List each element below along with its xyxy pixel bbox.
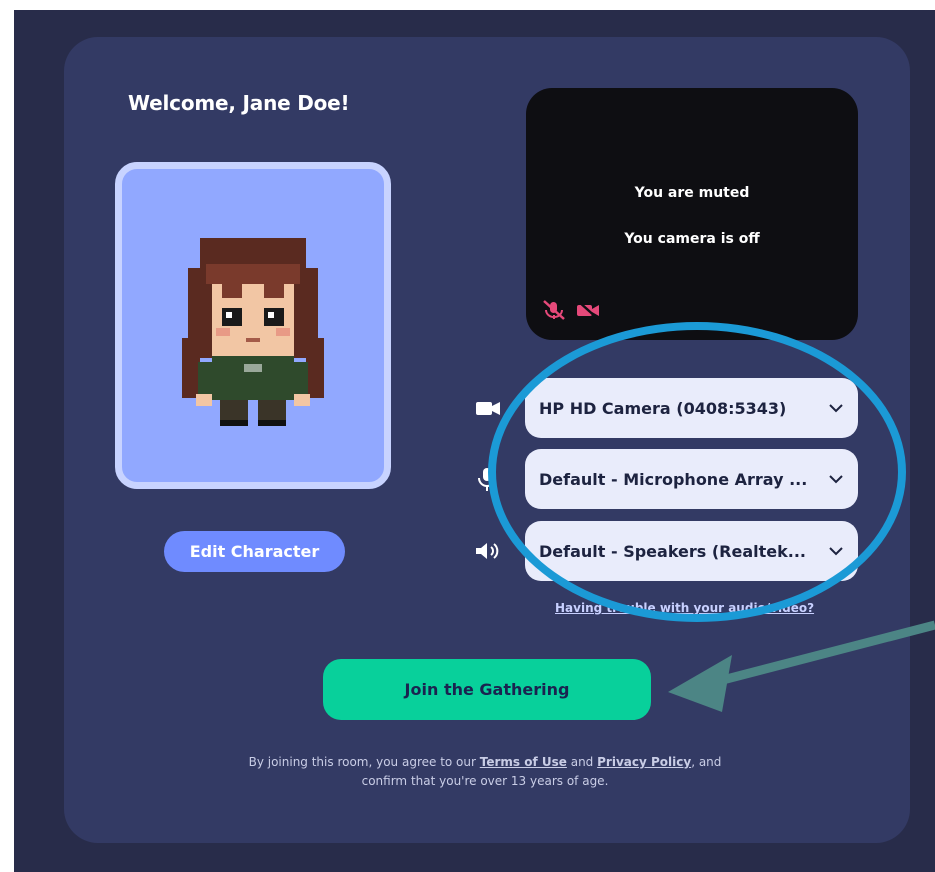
character-preview <box>115 162 391 489</box>
muted-status: You are muted <box>634 185 750 201</box>
speakers-select-value: Default - Speakers (Realtek... <box>539 541 807 561</box>
camera-preview: You are muted You camera is off <box>526 88 858 340</box>
camera-off-status: You camera is off <box>624 231 760 247</box>
microphone-device-row: Default - Microphone Array ... <box>472 449 867 509</box>
microphone-icon <box>478 468 496 491</box>
terms-of-use-link[interactable]: Terms of Use <box>480 755 567 769</box>
welcome-title: Welcome, Jane Doe! <box>128 91 350 115</box>
mic-off-icon[interactable] <box>542 300 566 320</box>
legal-text-pre: By joining this room, you agree to our <box>248 755 480 769</box>
annotation-arrow-icon <box>668 620 935 712</box>
chevron-down-icon <box>829 547 843 556</box>
privacy-policy-link[interactable]: Privacy Policy <box>597 755 691 769</box>
chevron-down-icon <box>829 404 843 413</box>
camera-select[interactable]: HP HD Camera (0408:5343) <box>525 378 858 438</box>
speaker-icon <box>476 543 499 559</box>
speakers-device-row: Default - Speakers (Realtek... <box>472 521 867 581</box>
pixel-character-avatar <box>182 238 324 426</box>
join-gathering-button[interactable]: Join the Gathering <box>323 659 651 720</box>
camera-device-row: HP HD Camera (0408:5343) <box>472 378 867 438</box>
camera-select-value: HP HD Camera (0408:5343) <box>539 398 787 418</box>
camera-off-icon[interactable] <box>576 300 600 320</box>
legal-notice: By joining this room, you agree to our T… <box>230 753 740 791</box>
microphone-select[interactable]: Default - Microphone Array ... <box>525 449 858 509</box>
legal-text-and: and <box>566 755 598 769</box>
microphone-select-value: Default - Microphone Array ... <box>539 469 808 489</box>
chevron-down-icon <box>829 475 843 484</box>
video-camera-icon <box>476 402 500 415</box>
edit-character-button[interactable]: Edit Character <box>164 531 345 572</box>
speakers-select[interactable]: Default - Speakers (Realtek... <box>525 521 858 581</box>
